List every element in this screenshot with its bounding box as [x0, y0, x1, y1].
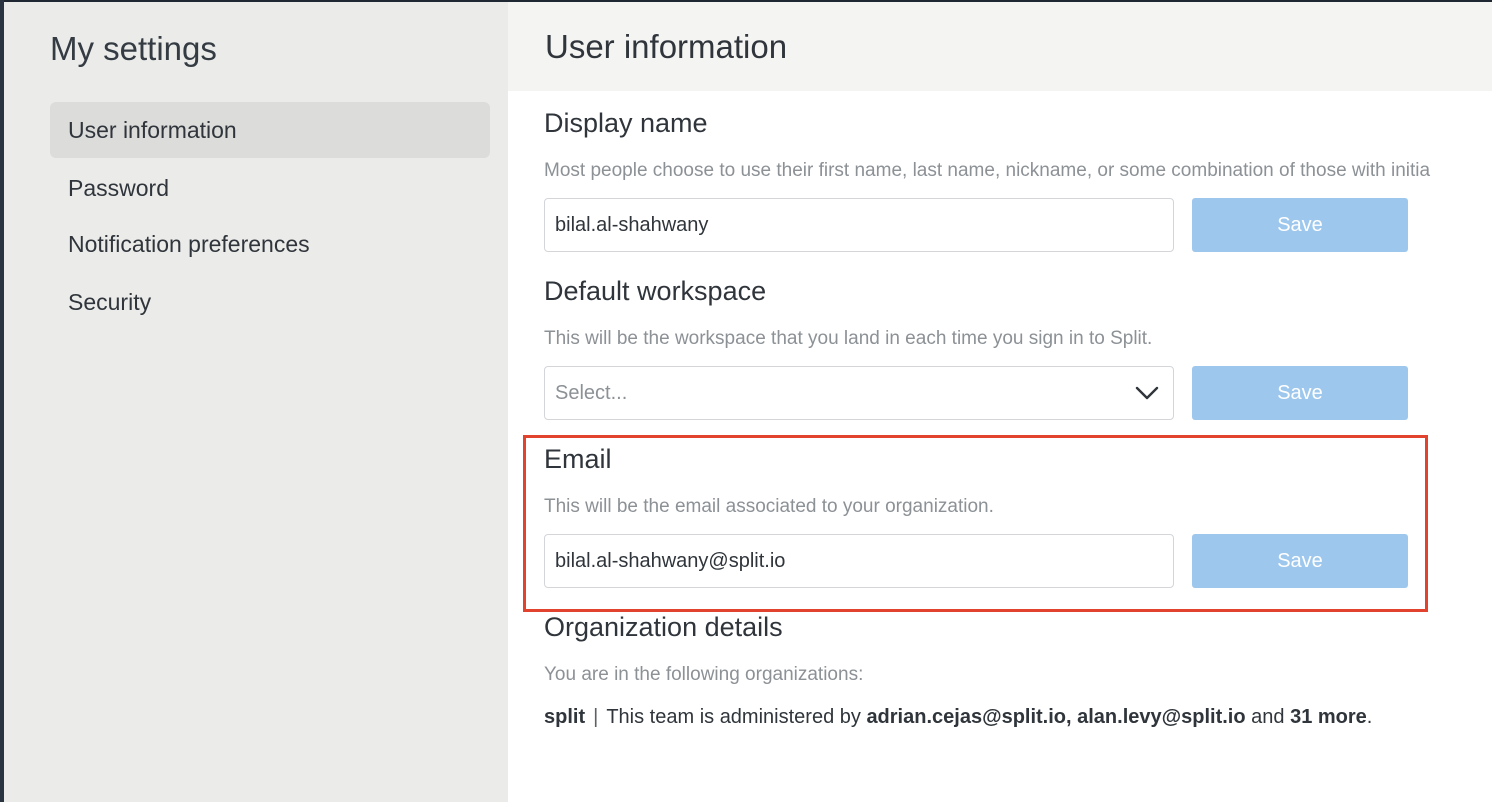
- email-title: Email: [544, 444, 612, 474]
- display-name-title: Display name: [544, 108, 708, 138]
- email-input[interactable]: [544, 534, 1174, 588]
- default-workspace-save-button[interactable]: Save: [1192, 366, 1408, 420]
- organization-details-title: Organization details: [544, 612, 783, 642]
- display-name-save-button[interactable]: Save: [1192, 198, 1408, 252]
- organization-row: split | This team is administered by adria…: [544, 706, 1372, 729]
- organization-admin-prefix: This team is administered by: [606, 706, 861, 728]
- organization-and-text: and: [1251, 706, 1285, 728]
- organization-separator: |: [593, 706, 599, 728]
- organization-period: .: [1366, 706, 1373, 728]
- sidebar-item-password[interactable]: Password: [50, 160, 490, 216]
- display-name-input[interactable]: [544, 198, 1174, 252]
- organization-name: split: [544, 706, 586, 728]
- page-title: User information: [545, 28, 788, 65]
- default-workspace-select-placeholder: Select...: [555, 382, 628, 404]
- default-workspace-title: Default workspace: [544, 276, 767, 306]
- email-description: This will be the email associated to you…: [544, 496, 994, 517]
- display-name-description: Most people choose to use their first na…: [544, 160, 1431, 181]
- chevron-down-icon[interactable]: [1135, 383, 1159, 403]
- organization-admins: adrian.cejas@split.io, alan.levy@split.i…: [866, 706, 1246, 728]
- sidebar-item-security[interactable]: Security: [50, 274, 490, 330]
- organization-details-description: You are in the following organizations:: [544, 664, 864, 685]
- settings-sidebar: My settings User information Password No…: [4, 2, 508, 802]
- default-workspace-description: This will be the workspace that you land…: [544, 328, 1153, 349]
- sidebar-title: My settings: [50, 30, 217, 67]
- page-header: User information: [508, 2, 1492, 91]
- default-workspace-select[interactable]: Select...: [544, 366, 1174, 420]
- email-save-button[interactable]: Save: [1192, 534, 1408, 588]
- organization-more-count: 31 more: [1290, 706, 1367, 728]
- sidebar-item-notification-preferences[interactable]: Notification preferences: [50, 216, 490, 272]
- sidebar-item-user-information[interactable]: User information: [50, 102, 490, 158]
